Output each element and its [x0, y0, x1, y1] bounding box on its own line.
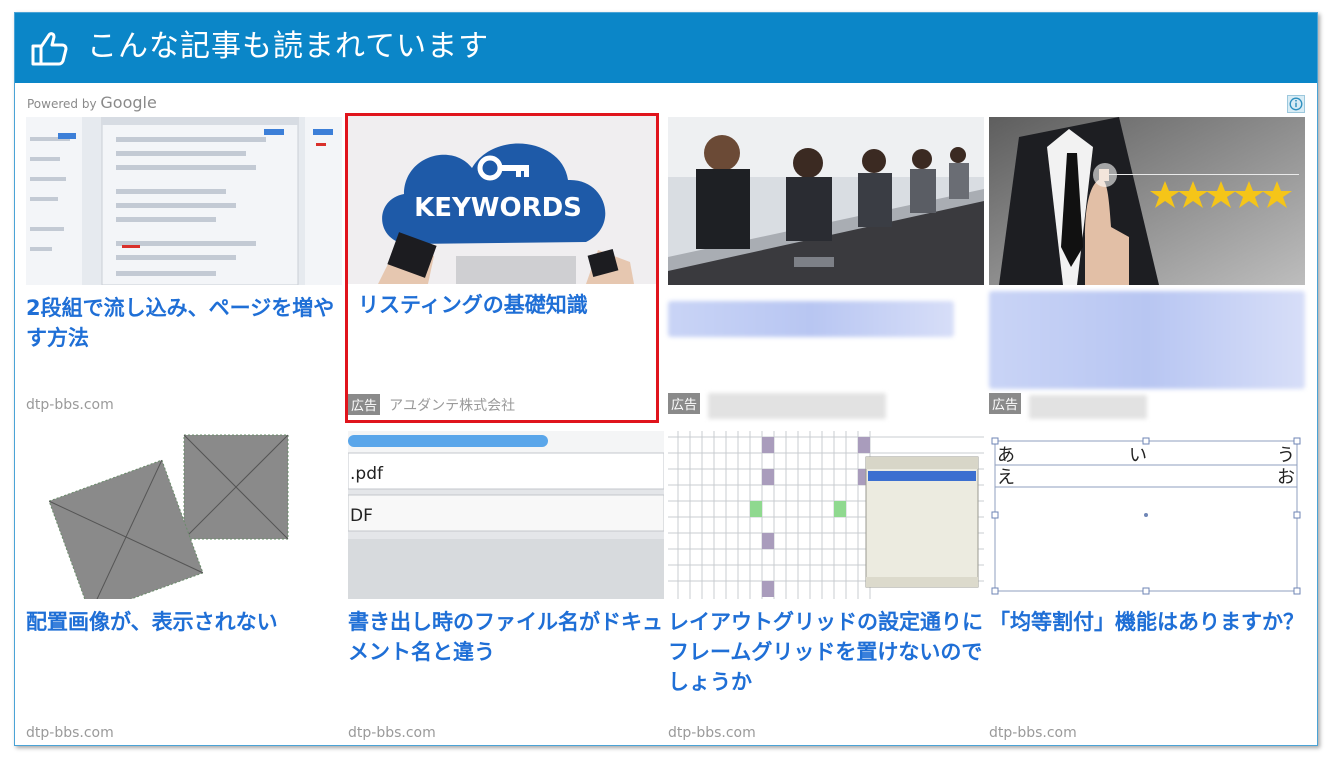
adchoices-info-icon[interactable] — [1287, 95, 1305, 113]
recommendation-widget: こんな記事も読まれています Powered by Google 2段組で流し込み… — [14, 12, 1318, 746]
widget-title: こんな記事も読まれています — [87, 29, 490, 64]
keywords-image-text: KEYWORDS — [414, 193, 582, 223]
article-card[interactable]: .pdf DF 書き出し時のファイル名がドキュメント名と違う dtp-bbs.c… — [348, 431, 664, 741]
ad-thumbnail — [989, 117, 1305, 285]
kana-o: お — [1277, 467, 1295, 488]
article-card[interactable]: レイアウトグリッドの設定通りにフレームグリッドを置けないのでしょうか dtp-b… — [668, 431, 984, 741]
article-title[interactable]: 配置画像が、表示されない — [26, 607, 342, 637]
article-source: dtp-bbs.com — [26, 397, 114, 413]
ad-badge: 広告 — [348, 394, 381, 415]
ad-card-highlighted[interactable]: KEYWORDS リスティングの基礎知識 広告 アユダンテ株式会社 — [345, 113, 659, 423]
article-source: dtp-bbs.com — [26, 725, 114, 741]
article-source: dtp-bbs.com — [989, 725, 1077, 741]
ad-badge: 広告 — [989, 393, 1022, 414]
article-title[interactable]: 「均等割付」機能はありますか？ — [989, 607, 1305, 637]
ad-title[interactable]: リスティングの基礎知識 — [358, 290, 648, 320]
ad-thumbnail — [668, 117, 984, 285]
pdf-label-text: DF — [350, 506, 373, 526]
article-card[interactable]: 配置画像が、表示されない dtp-bbs.com — [26, 431, 342, 741]
article-title[interactable]: 書き出し時のファイル名がドキュメント名と違う — [348, 607, 664, 667]
article-card[interactable]: あ い う え お 「均等割付」機能はありますか？ dtp-bbs.com — [989, 431, 1305, 741]
article-thumbnail — [668, 431, 984, 599]
article-thumbnail: あ い う え お — [989, 431, 1305, 599]
advertiser-name: アユダンテ株式会社 — [389, 397, 516, 414]
article-title[interactable]: レイアウトグリッドの設定通りにフレームグリッドを置けないのでしょうか — [668, 607, 984, 697]
article-source: dtp-bbs.com — [348, 725, 436, 741]
thumbs-up-icon — [31, 32, 68, 66]
ad-card[interactable]: 広告 — [668, 117, 984, 422]
ad-thumbnail: KEYWORDS — [348, 116, 656, 284]
kana-e: え — [997, 467, 1015, 488]
kana-i: い — [1129, 445, 1147, 466]
ad-attribution: 広告 アユダンテ株式会社 — [348, 394, 516, 415]
blurred-advertiser — [708, 393, 886, 419]
ad-attribution: 広告 — [989, 393, 1022, 414]
kana-u: う — [1277, 445, 1295, 466]
ad-card[interactable]: 広告 — [989, 117, 1305, 422]
blurred-advertiser — [1029, 395, 1147, 419]
blurred-ad-title — [989, 291, 1305, 389]
article-title[interactable]: 2段組で流し込み、ページを増やす方法 — [26, 293, 342, 353]
article-card[interactable]: 2段組で流し込み、ページを増やす方法 dtp-bbs.com — [26, 117, 342, 422]
pdf-filename-text: .pdf — [350, 464, 384, 484]
blurred-ad-title — [668, 301, 954, 337]
article-thumbnail — [26, 117, 342, 285]
ad-badge: 広告 — [668, 393, 701, 414]
article-source: dtp-bbs.com — [668, 725, 756, 741]
widget-header: こんな記事も読まれています — [15, 13, 1317, 83]
article-thumbnail — [26, 431, 342, 599]
article-thumbnail: .pdf DF — [348, 431, 664, 599]
ad-attribution: 広告 — [668, 393, 701, 414]
powered-by-google: Powered by Google — [27, 93, 157, 112]
kana-a: あ — [997, 445, 1015, 466]
